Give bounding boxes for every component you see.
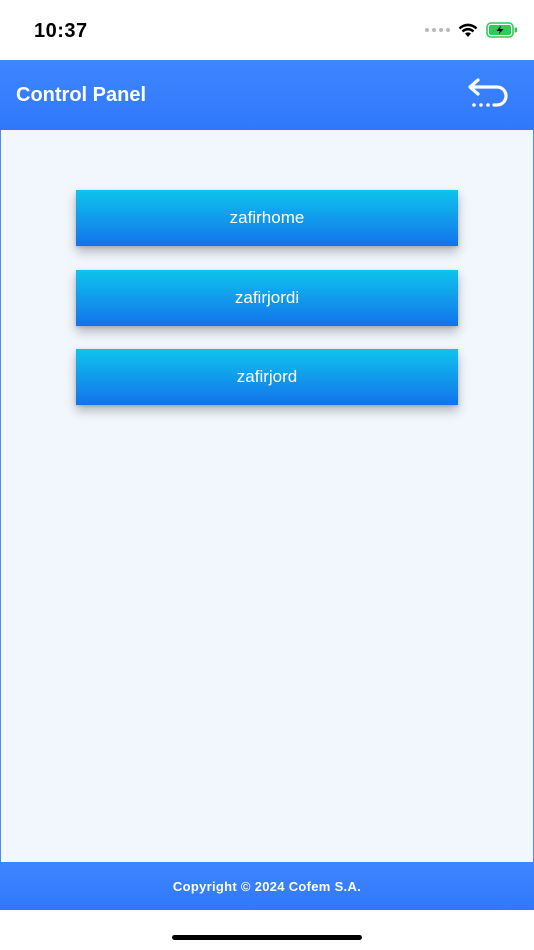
back-arrow-icon	[468, 78, 508, 107]
battery-charging-icon	[486, 22, 517, 38]
status-icons	[425, 22, 518, 38]
device-button-zafirjordi[interactable]: zafirjordi	[76, 270, 458, 326]
wifi-icon	[458, 23, 478, 37]
device-list: zafirhome zafirjordi zafirjord	[0, 130, 534, 862]
app-screen: 10:37 Control Panel zafirhome zafirjordi…	[0, 0, 534, 950]
device-button-zafirjord[interactable]: zafirjord	[76, 349, 458, 405]
status-time: 10:37	[34, 20, 88, 42]
home-indicator[interactable]	[172, 935, 362, 940]
device-button-zafirhome[interactable]: zafirhome	[76, 190, 458, 246]
status-bar: 10:37	[0, 0, 534, 60]
back-button[interactable]	[466, 74, 512, 114]
app-header: Control Panel	[0, 60, 534, 130]
page-title: Control Panel	[16, 84, 147, 106]
copyright-text: Copyright © 2024 Cofem S.A.	[172, 878, 362, 894]
cellular-signal-icon	[425, 28, 450, 32]
footer: Copyright © 2024 Cofem S.A.	[0, 862, 534, 910]
